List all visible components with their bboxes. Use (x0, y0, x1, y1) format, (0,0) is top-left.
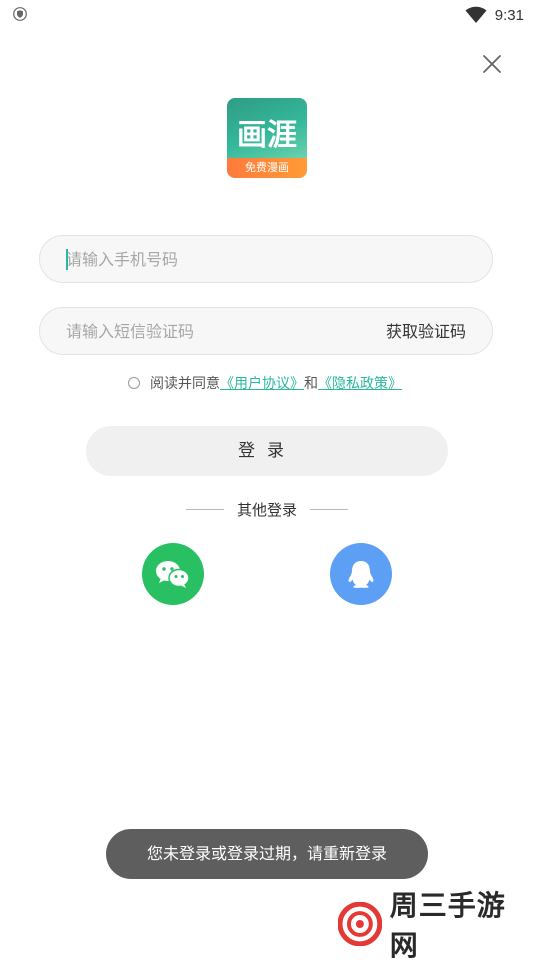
other-login-label: 其他登录 (236, 500, 297, 519)
close-icon (483, 55, 501, 73)
other-login-divider: 其他登录 (186, 498, 348, 520)
app-logo: 画涯 免费漫画 (227, 98, 307, 178)
status-time: 9:31 (494, 6, 524, 24)
watermark-text: 周三手游网 (389, 889, 506, 962)
toast-message: 您未登录或登录过期，请重新登录 (106, 829, 428, 879)
user-agreement-link[interactable]: 《用户协议》 (220, 373, 304, 393)
logo-subtitle: 免费漫画 (227, 158, 307, 178)
watermark: 周三手游网 (338, 889, 534, 962)
qq-login-button[interactable] (330, 543, 392, 605)
wifi-icon (465, 6, 487, 23)
agree-radio[interactable] (128, 377, 140, 389)
privacy-policy-link[interactable]: 《隐私政策》 (318, 373, 402, 393)
watermark-logo-icon (338, 902, 382, 946)
wechat-login-button[interactable] (142, 543, 204, 605)
divider-line (309, 508, 348, 510)
qq-icon (348, 561, 374, 588)
sms-code-input[interactable] (66, 308, 366, 354)
agreement-prefix: 阅读并同意 (150, 376, 220, 392)
shield-icon (13, 7, 27, 21)
status-right: 9:31 (465, 5, 524, 25)
text-caret (66, 249, 68, 270)
logo-title: 画涯 (237, 118, 297, 153)
sms-code-field[interactable]: 获取验证码 (39, 307, 493, 355)
agreement-row: 阅读并同意 《用户协议》 和 《隐私政策》 (128, 373, 402, 393)
phone-input[interactable] (66, 236, 366, 282)
login-button[interactable]: 登录 (86, 426, 448, 476)
get-code-button[interactable]: 获取验证码 (386, 308, 466, 356)
agreement-and: 和 (304, 376, 318, 392)
wechat-icon (156, 561, 190, 588)
phone-input-field[interactable] (39, 235, 493, 283)
status-bar: 9:31 (0, 0, 534, 30)
divider-line (186, 508, 224, 510)
close-button[interactable] (478, 50, 506, 78)
